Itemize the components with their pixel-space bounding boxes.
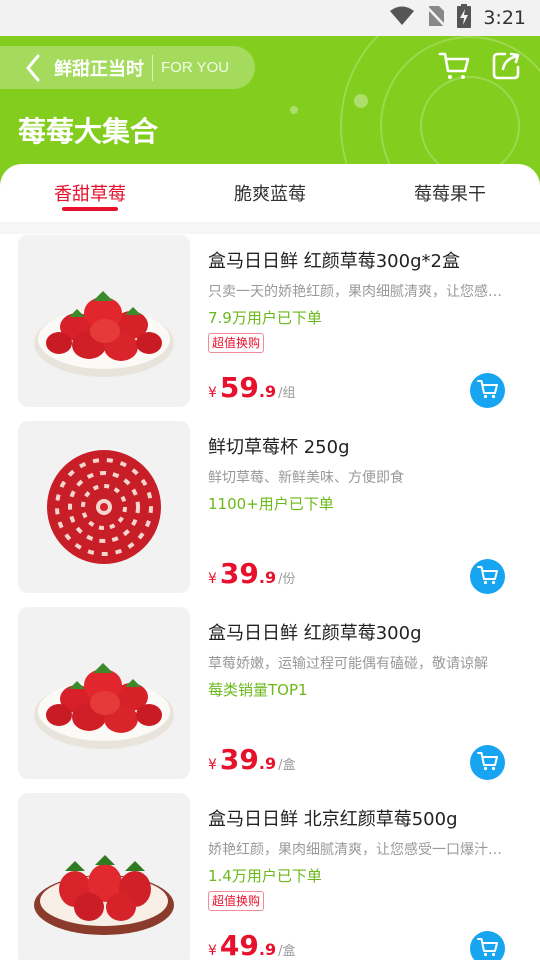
tab-label: 脆爽蓝莓 [234,184,306,205]
product-card[interactable]: 盒马日日鲜 红颜草莓300g*2盒 只卖一天的娇艳红颜，果肉细腻清爽，让您感受一… [0,235,540,421]
product-card[interactable]: 盒马日日鲜 红颜草莓300g 草莓娇嫩，运输过程可能偶有磕碰，敬请谅解 莓类销量… [0,607,540,793]
tab-dried-berries[interactable]: 莓莓果干 [360,164,540,222]
product-price: ¥ 39 .9 /盒 [208,743,296,776]
promo-badge: 超值换购 [208,333,265,353]
price-decimal: .9 [258,754,277,773]
product-name: 鲜切草莓杯 250g [208,437,350,458]
status-icons: 3:21 [389,0,526,36]
price-integer: 59 [219,371,259,404]
product-description: 草莓娇嫩，运输过程可能偶有磕碰，敬请谅解 [208,656,488,672]
strawberry-plate-image[interactable] [18,607,190,779]
price-decimal: .9 [258,382,277,401]
product-price: ¥ 39 .9 /份 [208,557,296,590]
status-time: 3:21 [483,7,526,29]
wifi-icon [389,6,415,30]
add-to-cart-button[interactable] [470,745,505,780]
decorative-ring [420,76,520,176]
decorative-dot [290,106,298,114]
price-unit: /盒 [278,944,296,959]
product-description: 鲜切草莓、新鲜美味、方便即食 [208,470,404,486]
price-decimal: .9 [258,568,277,587]
share-button[interactable] [488,50,524,86]
strawberry-plate-image[interactable] [18,235,190,407]
chevron-left-icon [12,46,54,89]
back-button[interactable]: 鲜甜正当时 FOR YOU [0,46,255,89]
cart-header-button[interactable] [436,50,472,86]
product-name: 盒马日日鲜 红颜草莓300g*2盒 [208,251,460,272]
price-unit: /盒 [278,758,296,773]
tab-sweet-strawberry[interactable]: 香甜草莓 [0,164,180,222]
price-integer: 39 [219,743,259,776]
page-title: 莓莓大集合 [18,115,159,148]
back-subtitle: FOR YOU [161,59,230,76]
decorative-dot [354,94,368,108]
tab-active-indicator [62,207,118,211]
product-sales: 1.4万用户已下单 [208,867,322,885]
tab-label: 莓莓果干 [414,184,486,205]
cut-strawberry-cup-image[interactable] [18,421,190,593]
cart-icon [438,51,470,85]
cart-icon [476,751,499,775]
cart-icon [476,937,499,960]
section-divider [0,222,540,234]
product-description: 娇艳红颜，果肉细腻清爽，让您感受一口爆汁的甜蜜 [208,842,508,858]
currency-symbol: ¥ [208,757,217,773]
product-card[interactable]: 盒马日日鲜 北京红颜草莓500g 娇艳红颜，果肉细腻清爽，让您感受一口爆汁的甜蜜… [0,793,540,960]
product-name: 盒马日日鲜 红颜草莓300g [208,623,422,644]
add-to-cart-button[interactable] [470,373,505,408]
promo-badge: 超值换购 [208,891,265,911]
price-unit: /份 [278,572,296,587]
price-unit: /组 [278,386,296,401]
back-title: 鲜甜正当时 [54,58,144,80]
product-price: ¥ 59 .9 /组 [208,371,296,404]
tab-label: 香甜草莓 [54,184,126,205]
product-price: ¥ 49 .9 /盒 [208,929,296,960]
strawberry-dish-image[interactable] [18,793,190,960]
no-sim-icon [426,5,447,31]
category-tabs: 香甜草莓 脆爽蓝莓 莓莓果干 [0,164,540,222]
pill-divider [152,54,153,81]
currency-symbol: ¥ [208,571,217,587]
price-decimal: .9 [258,940,277,959]
status-bar: 3:21 [0,0,540,36]
battery-charging-icon [457,4,472,32]
product-sales: 莓类销量TOP1 [208,681,308,699]
product-sales: 7.9万用户已下单 [208,309,322,327]
product-sales: 1100+用户已下单 [208,495,334,513]
cart-icon [476,565,499,589]
tab-crisp-blueberry[interactable]: 脆爽蓝莓 [180,164,360,222]
product-card[interactable]: 鲜切草莓杯 250g 鲜切草莓、新鲜美味、方便即食 1100+用户已下单 ¥ 3… [0,421,540,607]
add-to-cart-button[interactable] [470,559,505,594]
add-to-cart-button[interactable] [470,931,505,960]
currency-symbol: ¥ [208,943,217,959]
currency-symbol: ¥ [208,385,217,401]
share-icon [491,51,521,85]
price-integer: 39 [219,557,259,590]
product-description: 只卖一天的娇艳红颜，果肉细腻清爽，让您感受一口爆汁的甜蜜 [208,284,508,300]
price-integer: 49 [219,929,259,960]
cart-icon [476,379,499,403]
product-name: 盒马日日鲜 北京红颜草莓500g [208,809,458,830]
